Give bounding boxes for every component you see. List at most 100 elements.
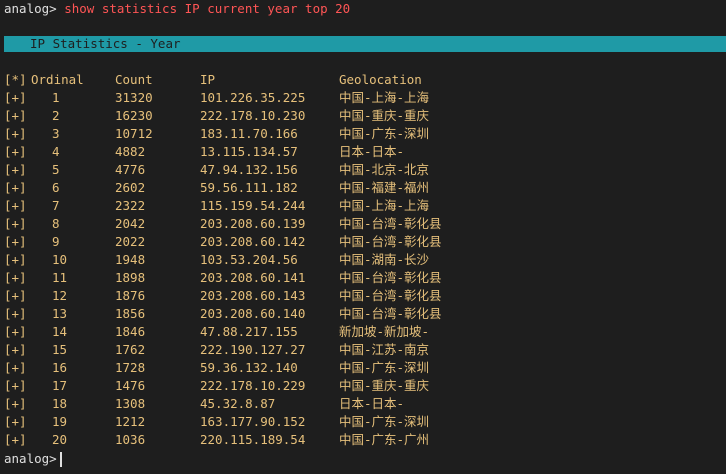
- row-ordinal: 6: [52, 180, 60, 195]
- row-count: 1036: [115, 432, 146, 447]
- row-geolocation: 中国-台湾-彰化县: [339, 234, 442, 249]
- row-mark: [+]: [4, 234, 27, 249]
- row-ordinal: 12: [52, 288, 68, 303]
- row-ordinal: 7: [52, 198, 60, 213]
- header-mark: [*]: [4, 72, 27, 87]
- row-count: 4882: [115, 144, 146, 159]
- row-ip: 203.208.60.143: [200, 288, 306, 303]
- final-prompt-label: analog>: [4, 451, 57, 466]
- header-ordinal: Ordinal: [31, 72, 84, 87]
- row-ip: 203.208.60.140: [200, 306, 306, 321]
- row-geolocation: 中国-福建-福州: [339, 180, 430, 195]
- row-ip: 203.208.60.141: [200, 270, 306, 285]
- row-mark: [+]: [4, 378, 27, 393]
- row-mark: [+]: [4, 198, 27, 213]
- section-banner: IP Statistics - Year: [4, 36, 726, 52]
- row-geolocation: 中国-台湾-彰化县: [339, 306, 442, 321]
- row-ordinal: 8: [52, 216, 60, 231]
- row-ip: 59.56.111.182: [200, 180, 298, 195]
- row-geolocation: 日本-日本-: [339, 144, 405, 159]
- row-mark: [+]: [4, 126, 27, 141]
- row-geolocation: 中国-台湾-彰化县: [339, 216, 442, 231]
- row-ip: 13.115.134.57: [200, 144, 298, 159]
- row-count: 1948: [115, 252, 146, 267]
- row-ip: 183.11.70.166: [200, 126, 298, 141]
- row-ordinal: 18: [52, 396, 68, 411]
- row-ip: 45.32.8.87: [200, 396, 276, 411]
- row-geolocation: 中国-上海-上海: [339, 90, 430, 105]
- row-mark: [+]: [4, 360, 27, 375]
- row-geolocation: 中国-台湾-彰化县: [339, 288, 442, 303]
- row-count: 16230: [115, 108, 153, 123]
- row-mark: [+]: [4, 162, 27, 177]
- input-line[interactable]: analog>: [4, 450, 62, 468]
- row-mark: [+]: [4, 306, 27, 321]
- header-geolocation: Geolocation: [339, 72, 422, 87]
- row-mark: [+]: [4, 324, 27, 339]
- row-ip: 59.36.132.140: [200, 360, 298, 375]
- row-mark: [+]: [4, 216, 27, 231]
- row-geolocation: 中国-上海-上海: [339, 198, 430, 213]
- row-count: 1212: [115, 414, 146, 429]
- row-ordinal: 17: [52, 378, 68, 393]
- row-count: 2322: [115, 198, 146, 213]
- command-text: show statistics IP current year top 20: [64, 1, 351, 16]
- row-mark: [+]: [4, 180, 27, 195]
- row-mark: [+]: [4, 90, 27, 105]
- row-ordinal: 13: [52, 306, 68, 321]
- row-ordinal: 16: [52, 360, 68, 375]
- row-ip: 103.53.204.56: [200, 252, 298, 267]
- row-geolocation: 中国-广东-深圳: [339, 360, 430, 375]
- row-mark: [+]: [4, 414, 27, 429]
- row-count: 4776: [115, 162, 146, 177]
- row-geolocation: 中国-广东-广州: [339, 432, 430, 447]
- row-geolocation: 中国-江苏-南京: [339, 342, 430, 357]
- command-line: analog> show statistics IP current year …: [4, 0, 350, 18]
- row-geolocation: 中国-湖南-长沙: [339, 252, 430, 267]
- row-mark: [+]: [4, 108, 27, 123]
- row-ordinal: 5: [52, 162, 60, 177]
- row-geolocation: 中国-广东-深圳: [339, 414, 430, 429]
- row-geolocation: 中国-广东-深圳: [339, 126, 430, 141]
- row-count: 2602: [115, 180, 146, 195]
- row-ordinal: 20: [52, 432, 68, 447]
- row-ip: 163.177.90.152: [200, 414, 306, 429]
- row-count: 1856: [115, 306, 146, 321]
- row-ordinal: 14: [52, 324, 68, 339]
- row-geolocation: 中国-台湾-彰化县: [339, 270, 442, 285]
- row-ip: 220.115.189.54: [200, 432, 306, 447]
- row-ip: 101.226.35.225: [200, 90, 306, 105]
- row-ip: 47.94.132.156: [200, 162, 298, 177]
- row-mark: [+]: [4, 144, 27, 159]
- row-mark: [+]: [4, 270, 27, 285]
- row-ordinal: 19: [52, 414, 68, 429]
- row-ip: 47.88.217.155: [200, 324, 298, 339]
- row-count: 31320: [115, 90, 153, 105]
- text-cursor[interactable]: [59, 452, 62, 467]
- row-mark: [+]: [4, 252, 27, 267]
- row-ordinal: 4: [52, 144, 60, 159]
- row-mark: [+]: [4, 396, 27, 411]
- row-geolocation: 中国-北京-北京: [339, 162, 430, 177]
- row-count: 1476: [115, 378, 146, 393]
- row-ip: 222.178.10.229: [200, 378, 306, 393]
- row-count: 2042: [115, 216, 146, 231]
- row-ordinal: 1: [52, 90, 60, 105]
- row-ordinal: 9: [52, 234, 60, 249]
- row-ordinal: 3: [52, 126, 60, 141]
- row-count: 1876: [115, 288, 146, 303]
- row-mark: [+]: [4, 342, 27, 357]
- row-count: 1728: [115, 360, 146, 375]
- row-ip: 115.159.54.244: [200, 198, 306, 213]
- row-ordinal: 11: [52, 270, 68, 285]
- row-ordinal: 2: [52, 108, 60, 123]
- row-count: 2022: [115, 234, 146, 249]
- row-count: 1898: [115, 270, 146, 285]
- row-geolocation: 中国-重庆-重庆: [339, 108, 430, 123]
- row-count: 1762: [115, 342, 146, 357]
- row-geolocation: 新加坡-新加坡-: [339, 324, 430, 339]
- row-count: 1846: [115, 324, 146, 339]
- row-count: 10712: [115, 126, 153, 141]
- prompt-label: analog>: [4, 1, 57, 16]
- row-ip: 203.208.60.142: [200, 234, 306, 249]
